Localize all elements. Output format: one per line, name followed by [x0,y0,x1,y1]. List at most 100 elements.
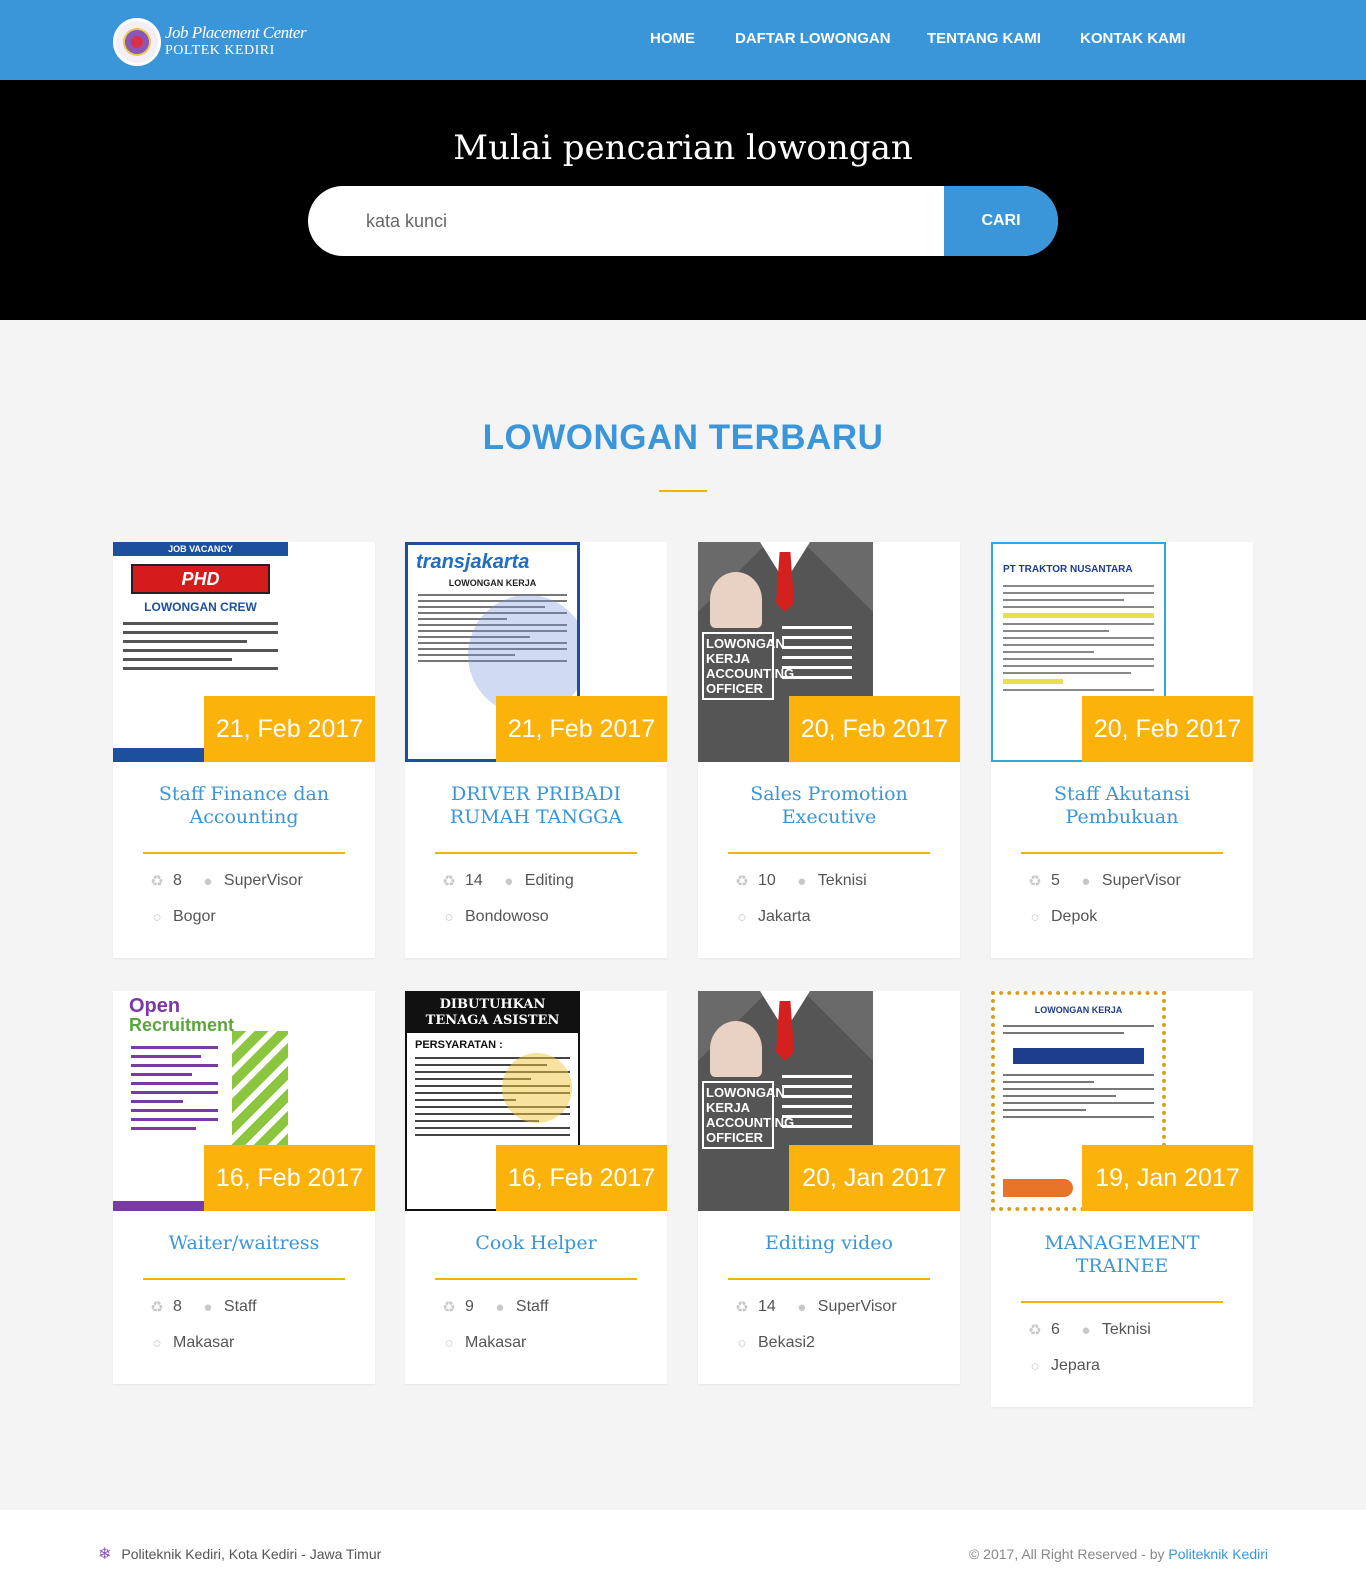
navbar: Job Placement Center POLTEK KEDIRI HOME … [0,0,1366,80]
job-meta-row: ♻ 8 ● SuperVisor [149,872,303,890]
user-icon: ○ [737,1334,747,1352]
job-location: Bekasi2 [758,1334,815,1351]
job-title-link[interactable]: Staff Akutansi Pembukuan [1007,783,1237,829]
job-title-link[interactable]: Sales Promotion Executive [714,783,944,829]
people-icon: ♻ [442,1299,456,1316]
user-icon: ○ [1030,1357,1040,1375]
search-button[interactable]: CARI [944,186,1058,256]
job-quota: 8 [173,1298,182,1315]
job-card[interactable]: LOWONGAN KERJA 19, Jan 2017 MANAGEMENT T… [991,991,1253,1407]
logo-text: Job Placement Center POLTEK KEDIRI [165,23,307,60]
date-badge: 16, Feb 2017 [496,1145,667,1211]
job-location-row: ○ Depok [1027,908,1097,926]
job-location-row: ○ Jepara [1027,1357,1099,1375]
job-title-link[interactable]: Cook Helper [421,1232,651,1255]
job-location-row: ○ Bogor [149,908,216,926]
poster-text: transjakarta [416,551,530,573]
job-quota: 14 [465,872,483,889]
copyright-link[interactable]: Politeknik Kediri [1168,1546,1268,1562]
menu-item-daftar-lowongan[interactable]: DAFTAR LOWONGAN [735,30,891,47]
user-icon: ● [203,872,213,890]
job-card[interactable]: PT TRAKTOR NUSANTARA 20, Feb 2017 Staff … [991,542,1253,958]
job-quota: 6 [1051,1321,1060,1338]
job-location-row: ○ Bekasi2 [734,1334,815,1352]
job-title-link[interactable]: Editing video [714,1232,944,1255]
poster-text: DIBUTUHKAN TENAGA ASISTEN [407,993,578,1033]
job-location: Depok [1051,908,1098,925]
job-location-row: ○ Jakarta [734,908,810,926]
job-quota: 14 [758,1298,776,1315]
hero-search-section: Mulai pencarian lowongan CARI [0,80,1366,320]
job-meta-row: ♻ 14 ● Editing [441,872,573,890]
job-location-row: ○ Makasar [441,1334,526,1352]
card-divider [1021,852,1223,854]
job-location: Bondowoso [465,908,549,925]
people-icon: ♻ [735,873,749,890]
user-icon: ○ [737,908,747,926]
footer-address: ❄ Politeknik Kediri, Kota Kediri - Jawa … [98,1544,381,1564]
user-icon: ○ [444,908,454,926]
site-logo[interactable]: Job Placement Center POLTEK KEDIRI [113,18,307,66]
job-location: Makasar [173,1334,235,1351]
job-quota: 5 [1051,872,1060,889]
job-position: SuperVisor [223,872,303,889]
card-divider [728,852,930,854]
search-bar: CARI [308,186,1058,256]
section-divider [659,490,707,492]
job-card[interactable]: Open Recruitment 16, Feb 2017 Waiter/wai… [113,991,375,1384]
user-icon: ○ [152,908,162,926]
job-position: Staff [223,1298,257,1315]
card-divider [435,1278,637,1280]
people-icon: ♻ [150,1299,164,1316]
job-quota: 9 [465,1298,474,1315]
job-location: Jakarta [758,908,811,925]
user-icon: ● [797,872,807,890]
card-divider [1021,1301,1223,1303]
menu-item-home[interactable]: HOME [650,30,695,47]
job-title-link[interactable]: MANAGEMENT TRAINEE [1007,1232,1237,1278]
date-badge: 20, Feb 2017 [1082,696,1253,762]
logo-line1: Job Placement Center [165,23,307,42]
poster-text: PT TRAKTOR NUSANTARA [1003,564,1133,575]
job-card[interactable]: LOWONGAN KERJA ACCOUNTING OFFICER 20, Ja… [698,991,960,1384]
footer-copyright: © 2017, All Right Reserved - by Politekn… [969,1546,1268,1562]
job-title-link[interactable]: Waiter/waitress [129,1232,359,1255]
job-position: SuperVisor [817,1298,897,1315]
job-location: Makasar [465,1334,527,1351]
people-icon: ♻ [150,873,164,890]
user-icon: ● [495,1298,505,1316]
job-card[interactable]: JOB VACANCY PHD LOWONGAN CREW 21, Feb 20… [113,542,375,958]
people-icon: ♻ [735,1299,749,1316]
footer-address-text: Politeknik Kediri, Kota Kediri - Jawa Ti… [121,1546,382,1562]
job-meta-row: ♻ 10 ● Teknisi [734,872,866,890]
section-title: LOWONGAN TERBARU [482,418,884,457]
job-title-link[interactable]: DRIVER PRIBADI RUMAH TANGGA [421,783,651,829]
people-icon: ♻ [1028,873,1042,890]
menu-item-tentang-kami[interactable]: TENTANG KAMI [927,30,1041,47]
job-card[interactable]: DIBUTUHKAN TENAGA ASISTEN PERSYARATAN : … [405,991,667,1384]
card-divider [143,1278,345,1280]
job-location-row: ○ Bondowoso [441,908,549,926]
job-title-link[interactable]: Staff Finance dan Accounting [129,783,359,829]
date-badge: 21, Feb 2017 [204,696,375,762]
logo-line2: POLTEK KEDIRI [165,43,275,58]
poster-text: LOWONGAN KERJA [448,578,537,588]
job-meta-row: ♻ 6 ● Teknisi [1027,1321,1151,1339]
menu-item-kontak-kami[interactable]: KONTAK KAMI [1080,30,1186,47]
job-card[interactable]: LOWONGAN KERJA ACCOUNTING OFFICER 20, Fe… [698,542,960,958]
poster-text: PERSYARATAN : [415,1039,503,1051]
poster-text: LOWONGAN KERJA ACCOUNTING OFFICER [702,632,794,700]
card-divider [143,852,345,854]
search-input[interactable] [308,186,944,256]
user-icon: ● [797,1298,807,1316]
people-icon: ♻ [442,873,456,890]
job-card[interactable]: transjakarta LOWONGAN KERJA 21, Feb 2017… [405,542,667,958]
user-icon: ● [1081,1321,1091,1339]
user-icon: ● [203,1298,213,1316]
poster-text: LOWONGAN CREW [144,600,257,614]
job-position: Teknisi [1101,1321,1151,1338]
job-location: Bogor [173,908,216,925]
job-location-row: ○ Makasar [149,1334,234,1352]
job-position: SuperVisor [1101,872,1181,889]
job-meta-row: ♻ 9 ● Staff [441,1298,548,1316]
